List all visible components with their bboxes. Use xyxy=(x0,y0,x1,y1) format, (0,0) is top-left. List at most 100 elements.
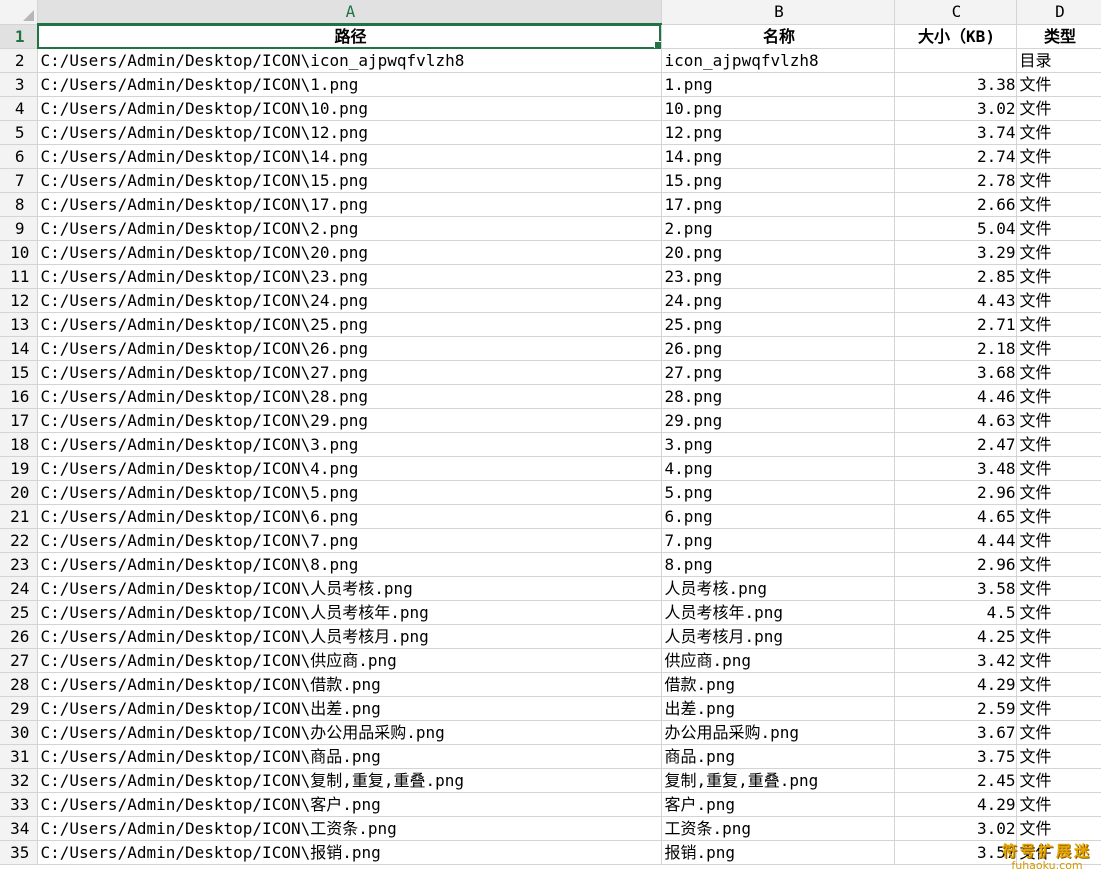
cell-name[interactable]: 23.png xyxy=(661,264,895,289)
cell-size-header[interactable]: 大小（KB) xyxy=(894,24,1017,49)
column-header-d[interactable]: D xyxy=(1016,0,1101,25)
cell-size[interactable]: 4.44 xyxy=(894,528,1017,553)
cell-path[interactable]: C:/Users/Admin/Desktop/ICON\8.png xyxy=(37,552,662,577)
row-number[interactable]: 1 xyxy=(0,24,38,49)
cell-size[interactable]: 3.38 xyxy=(894,72,1017,97)
cell-type[interactable]: 文件 xyxy=(1016,312,1101,337)
cell-name[interactable]: 供应商.png xyxy=(661,648,895,673)
cell-path[interactable]: C:/Users/Admin/Desktop/ICON\icon_ajpwqfv… xyxy=(37,48,662,73)
cell-name[interactable]: 7.png xyxy=(661,528,895,553)
cell-size[interactable]: 2.59 xyxy=(894,696,1017,721)
cell-size[interactable]: 3.29 xyxy=(894,240,1017,265)
cell-size[interactable]: 2.96 xyxy=(894,480,1017,505)
cell-path[interactable]: C:/Users/Admin/Desktop/ICON\17.png xyxy=(37,192,662,217)
cell-size[interactable]: 2.47 xyxy=(894,432,1017,457)
cell-size[interactable]: 4.5 xyxy=(894,600,1017,625)
cell-name[interactable]: 27.png xyxy=(661,360,895,385)
row-number[interactable]: 17 xyxy=(0,408,38,433)
cell-path[interactable]: C:/Users/Admin/Desktop/ICON\报销.png xyxy=(37,840,662,865)
cell-path[interactable]: C:/Users/Admin/Desktop/ICON\1.png xyxy=(37,72,662,97)
cell-path[interactable]: C:/Users/Admin/Desktop/ICON\5.png xyxy=(37,480,662,505)
cell-name[interactable]: 人员考核.png xyxy=(661,576,895,601)
row-number[interactable]: 15 xyxy=(0,360,38,385)
cell-name[interactable]: 28.png xyxy=(661,384,895,409)
cell-type[interactable]: 文件 xyxy=(1016,456,1101,481)
cell-type[interactable]: 文件 xyxy=(1016,72,1101,97)
cell-name[interactable]: 17.png xyxy=(661,192,895,217)
row-number[interactable]: 16 xyxy=(0,384,38,409)
cell-size[interactable]: 4.43 xyxy=(894,288,1017,313)
cell-path[interactable]: C:/Users/Admin/Desktop/ICON\14.png xyxy=(37,144,662,169)
row-number[interactable]: 6 xyxy=(0,144,38,169)
cell-type[interactable]: 文件 xyxy=(1016,528,1101,553)
cell-path[interactable]: C:/Users/Admin/Desktop/ICON\2.png xyxy=(37,216,662,241)
cell-name[interactable]: 8.png xyxy=(661,552,895,577)
cell-type[interactable]: 文件 xyxy=(1016,336,1101,361)
cell-type[interactable]: 文件 xyxy=(1016,384,1101,409)
cell-type[interactable]: 文件 xyxy=(1016,648,1101,673)
row-number[interactable]: 3 xyxy=(0,72,38,97)
cell-type[interactable]: 文件 xyxy=(1016,408,1101,433)
cell-path[interactable]: C:/Users/Admin/Desktop/ICON\3.png xyxy=(37,432,662,457)
row-number[interactable]: 11 xyxy=(0,264,38,289)
cell-size[interactable] xyxy=(894,48,1017,73)
row-number[interactable]: 13 xyxy=(0,312,38,337)
cell-size[interactable]: 3.58 xyxy=(894,576,1017,601)
column-header-a[interactable]: A xyxy=(37,0,662,25)
cell-name[interactable]: 20.png xyxy=(661,240,895,265)
cell-name[interactable]: 办公用品采购.png xyxy=(661,720,895,745)
cell-path-header[interactable]: 路径 xyxy=(37,24,662,49)
cell-path[interactable]: C:/Users/Admin/Desktop/ICON\人员考核年.png xyxy=(37,600,662,625)
cell-name[interactable]: 14.png xyxy=(661,144,895,169)
cell-path[interactable]: C:/Users/Admin/Desktop/ICON\商品.png xyxy=(37,744,662,769)
cell-path[interactable]: C:/Users/Admin/Desktop/ICON\20.png xyxy=(37,240,662,265)
cell-name[interactable]: 工资条.png xyxy=(661,816,895,841)
cell-path[interactable]: C:/Users/Admin/Desktop/ICON\25.png xyxy=(37,312,662,337)
cell-size[interactable]: 3.68 xyxy=(894,360,1017,385)
cell-size[interactable]: 5.04 xyxy=(894,216,1017,241)
cell-path[interactable]: C:/Users/Admin/Desktop/ICON\10.png xyxy=(37,96,662,121)
cell-path[interactable]: C:/Users/Admin/Desktop/ICON\26.png xyxy=(37,336,662,361)
cell-name[interactable]: 12.png xyxy=(661,120,895,145)
cell-name[interactable]: 1.png xyxy=(661,72,895,97)
cell-type[interactable]: 文件 xyxy=(1016,552,1101,577)
column-header-b[interactable]: B xyxy=(661,0,895,25)
row-number[interactable]: 12 xyxy=(0,288,38,313)
cell-type[interactable]: 文件 xyxy=(1016,96,1101,121)
cell-size[interactable]: 2.85 xyxy=(894,264,1017,289)
row-number[interactable]: 21 xyxy=(0,504,38,529)
cell-type[interactable]: 文件 xyxy=(1016,192,1101,217)
row-number[interactable]: 24 xyxy=(0,576,38,601)
cell-path[interactable]: C:/Users/Admin/Desktop/ICON\办公用品采购.png xyxy=(37,720,662,745)
row-number[interactable]: 35 xyxy=(0,840,38,865)
cell-path[interactable]: C:/Users/Admin/Desktop/ICON\工资条.png xyxy=(37,816,662,841)
cell-size[interactable]: 4.63 xyxy=(894,408,1017,433)
cell-path[interactable]: C:/Users/Admin/Desktop/ICON\7.png xyxy=(37,528,662,553)
cell-path[interactable]: C:/Users/Admin/Desktop/ICON\28.png xyxy=(37,384,662,409)
row-number[interactable]: 28 xyxy=(0,672,38,697)
cell-size[interactable]: 3.42 xyxy=(894,648,1017,673)
cell-type[interactable]: 文件 xyxy=(1016,576,1101,601)
cell-name[interactable]: 借款.png xyxy=(661,672,895,697)
cell-name[interactable]: 报销.png xyxy=(661,840,895,865)
row-number[interactable]: 29 xyxy=(0,696,38,721)
cell-path[interactable]: C:/Users/Admin/Desktop/ICON\客户.png xyxy=(37,792,662,817)
cell-path[interactable]: C:/Users/Admin/Desktop/ICON\4.png xyxy=(37,456,662,481)
row-number[interactable]: 7 xyxy=(0,168,38,193)
cell-type[interactable]: 文件 xyxy=(1016,624,1101,649)
row-number[interactable]: 18 xyxy=(0,432,38,457)
fill-handle[interactable] xyxy=(653,41,660,48)
cell-size[interactable]: 2.18 xyxy=(894,336,1017,361)
row-number[interactable]: 31 xyxy=(0,744,38,769)
cell-size[interactable]: 4.25 xyxy=(894,624,1017,649)
cell-size[interactable]: 2.66 xyxy=(894,192,1017,217)
cell-type[interactable]: 文件 xyxy=(1016,432,1101,457)
cell-path[interactable]: C:/Users/Admin/Desktop/ICON\人员考核月.png xyxy=(37,624,662,649)
row-number[interactable]: 4 xyxy=(0,96,38,121)
cell-path[interactable]: C:/Users/Admin/Desktop/ICON\24.png xyxy=(37,288,662,313)
cell-size[interactable]: 3.02 xyxy=(894,96,1017,121)
cell-size[interactable]: 3.74 xyxy=(894,120,1017,145)
cell-size[interactable]: 4.29 xyxy=(894,792,1017,817)
cell-type[interactable]: 文件 xyxy=(1016,696,1101,721)
row-number[interactable]: 19 xyxy=(0,456,38,481)
